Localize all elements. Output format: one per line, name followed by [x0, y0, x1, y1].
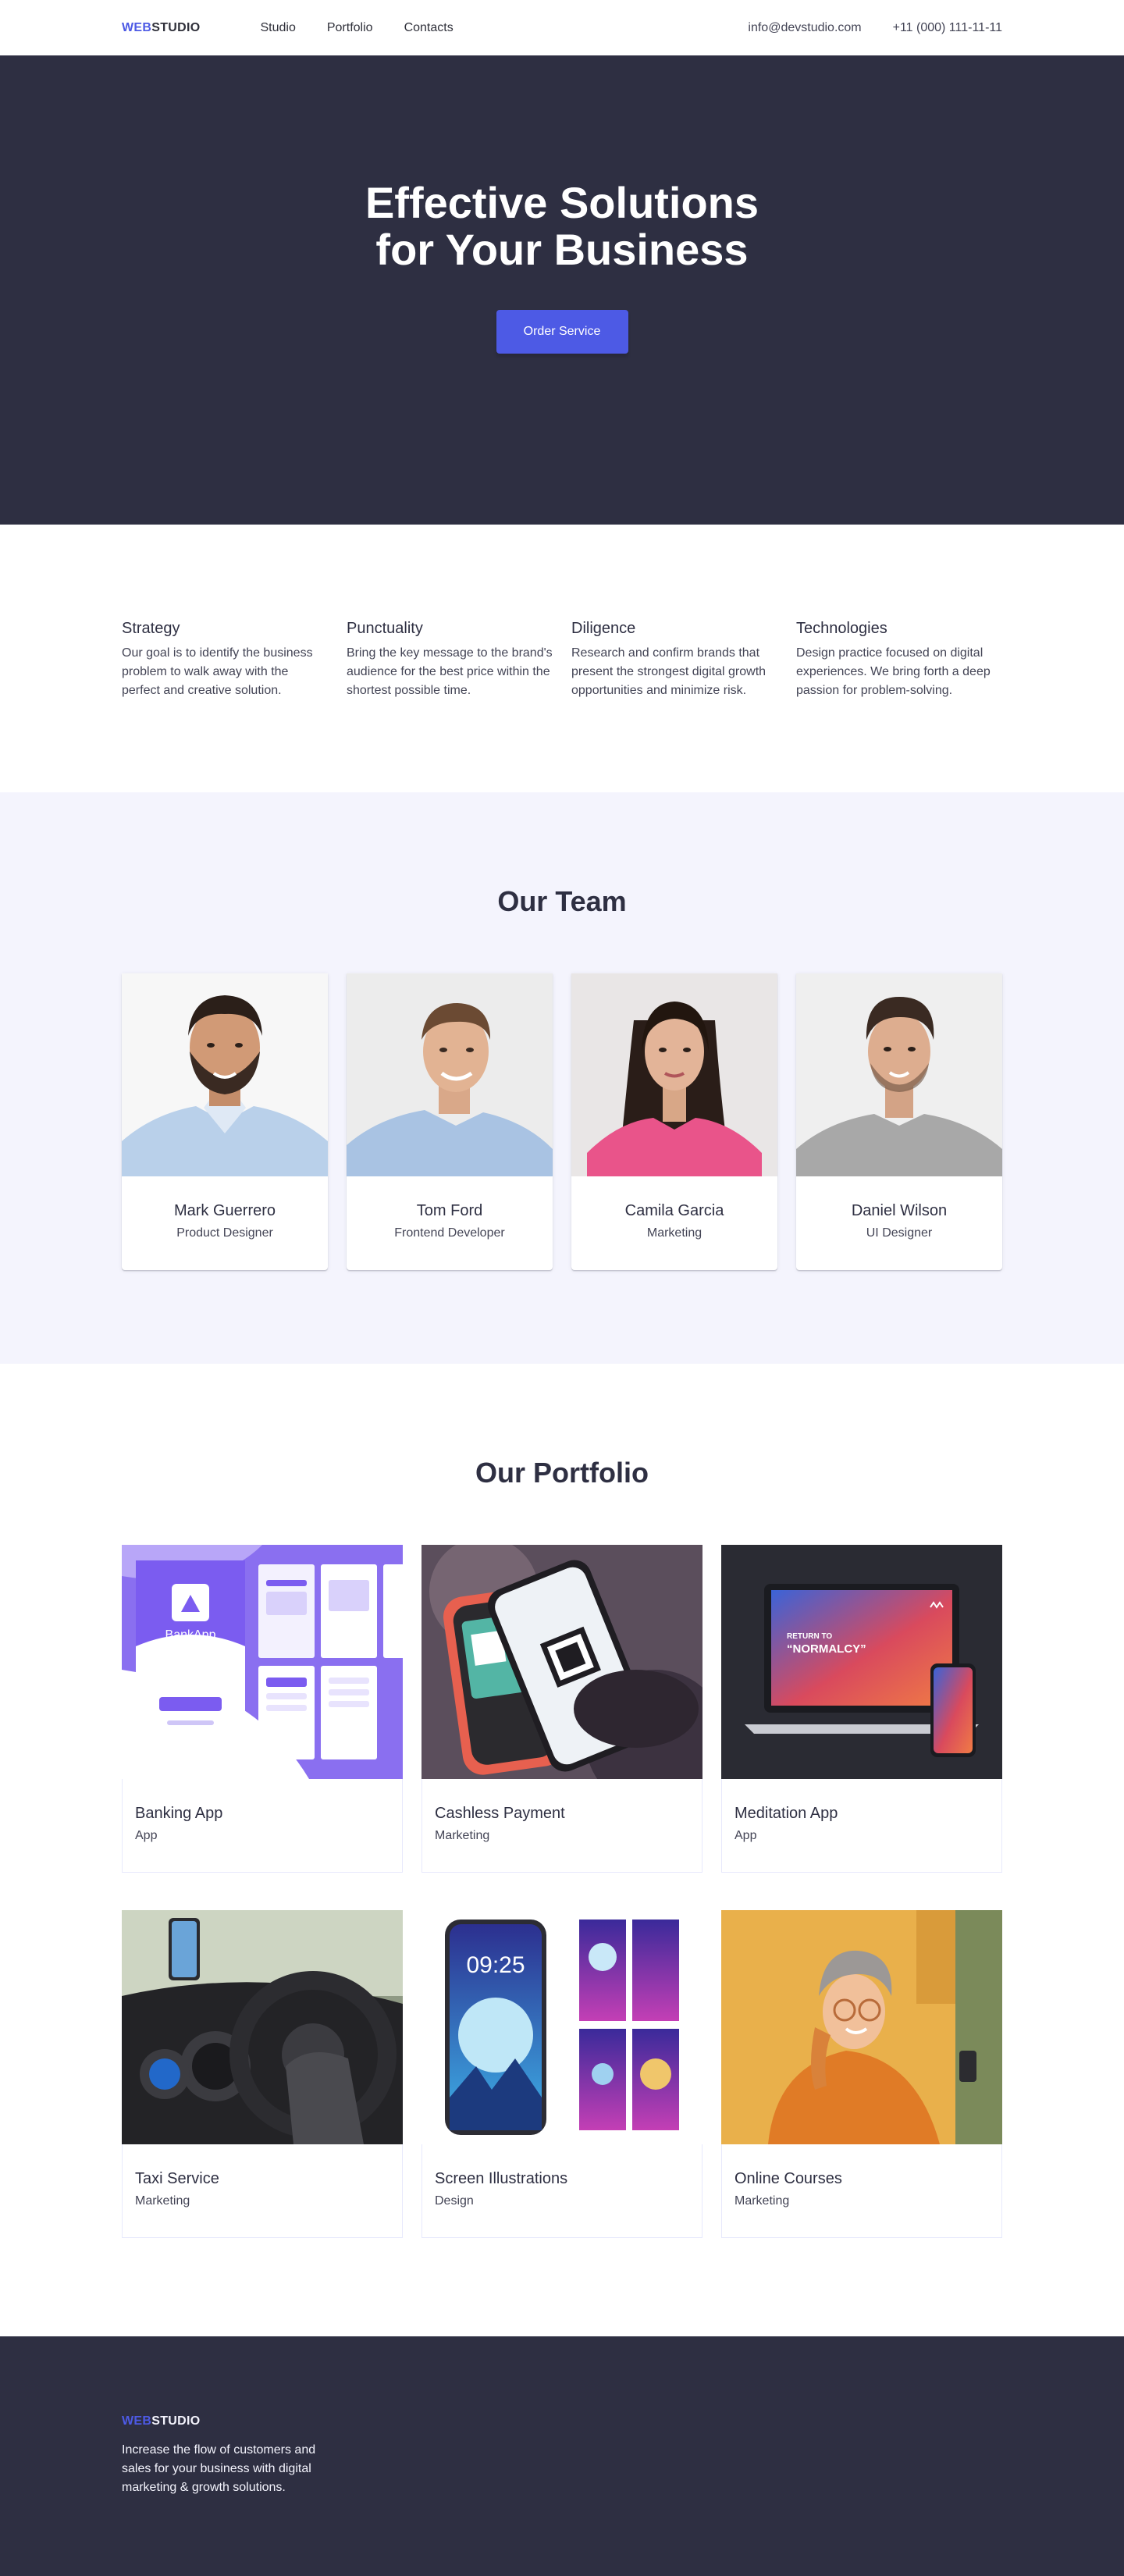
portfolio-card[interactable]: BankApp Banking App App — [122, 1544, 403, 1873]
portfolio-item-title: Meditation App — [735, 1804, 838, 1822]
features-section: Strategy Our goal is to identify the bus… — [0, 525, 1124, 792]
hero-title: Effective Solutions for Your Business — [359, 177, 765, 274]
team-section: Our Team Mark Guerrero Product Designer … — [0, 792, 1124, 1364]
hero-title-line2: for Your Business — [375, 224, 749, 274]
portfolio-item-category: Design — [435, 2194, 474, 2208]
member-name: Daniel Wilson — [851, 1201, 948, 1219]
main-nav: Studio Portfolio Contacts — [260, 21, 453, 35]
team-photo-daniel — [796, 973, 1002, 1176]
feature-title: Punctuality — [347, 620, 423, 637]
bankapp-label: BankApp — [165, 1628, 216, 1642]
logo-link[interactable]: WebStudio — [122, 21, 200, 35]
portfolio-item-category: App — [135, 1828, 158, 1842]
feature-item: Technologies Design practice focused on … — [796, 619, 1002, 700]
meditation-text-1: RETURN TO — [787, 1632, 832, 1641]
feature-text: Our goal is to identify the business pro… — [122, 646, 313, 697]
team-photo-tom — [347, 973, 553, 1176]
hero-title-line1: Effective Solutions — [365, 177, 759, 227]
portfolio-item-category: Marketing — [735, 2194, 790, 2208]
feature-text: Bring the key message to the brand's aud… — [347, 646, 553, 697]
member-role: Frontend Developer — [394, 1226, 505, 1240]
team-photo-camila — [571, 973, 777, 1176]
portfolio-section: Our Portfolio BankApp Banking App App Ca… — [0, 1364, 1124, 2336]
nav-portfolio[interactable]: Portfolio — [327, 21, 373, 35]
portfolio-card[interactable]: 09:25 Screen Illustrations Design — [422, 1909, 702, 2238]
meditation-text-2: “NORMALCY” — [787, 1642, 866, 1656]
feature-item: Punctuality Bring the key message to the… — [347, 619, 553, 700]
order-service-button[interactable]: Order Service — [496, 310, 628, 354]
portfolio-card[interactable]: RETURN TO “NORMALCY” Meditation App App — [721, 1544, 1002, 1873]
footer-logo-accent: Web — [122, 2414, 152, 2428]
feature-title: Strategy — [122, 620, 180, 637]
header-contacts: info@devstudio.com +11 (000) 111-11-11 — [748, 21, 1002, 35]
feature-item: Diligence Research and confirm brands th… — [571, 619, 777, 700]
portfolio-item-category: App — [735, 1828, 757, 1842]
team-list: Mark Guerrero Product Designer Tom Ford … — [122, 973, 1002, 1270]
portfolio-list: BankApp Banking App App Cashless Payment… — [122, 1544, 1002, 2238]
team-photo-mark — [122, 973, 328, 1176]
site-header: WebStudio Studio Portfolio Contacts info… — [0, 0, 1124, 55]
member-name: Camila Garcia — [624, 1201, 724, 1219]
portfolio-image-courses — [721, 1909, 1002, 2144]
portfolio-card[interactable]: Taxi Service Marketing — [122, 1909, 403, 2238]
site-footer: WebStudio Increase the flow of customers… — [0, 2336, 1124, 2576]
portfolio-image-cashless — [422, 1544, 702, 1779]
footer-logo-link[interactable]: WebStudio — [122, 2414, 200, 2428]
nav-contacts[interactable]: Contacts — [404, 21, 454, 35]
feature-title: Diligence — [571, 620, 636, 637]
portfolio-image-banking: BankApp — [122, 1544, 403, 1779]
logo-accent: Web — [122, 20, 152, 34]
logo-rest: Studio — [151, 20, 201, 34]
email-link[interactable]: info@devstudio.com — [748, 21, 861, 35]
portfolio-item-title: Cashless Payment — [435, 1804, 565, 1822]
clock-text: 09:25 — [466, 1952, 525, 1978]
feature-text: Design practice focused on digital exper… — [796, 646, 991, 697]
member-role: Marketing — [646, 1226, 702, 1240]
member-role: UI Designer — [866, 1226, 933, 1240]
hero-section: Effective Solutions for Your Business Ord… — [0, 55, 1124, 525]
portfolio-card[interactable]: Cashless Payment Marketing — [422, 1544, 702, 1873]
portfolio-item-category: Marketing — [135, 2194, 190, 2208]
features-list: Strategy Our goal is to identify the bus… — [122, 619, 1002, 700]
team-card: Mark Guerrero Product Designer — [122, 973, 328, 1270]
portfolio-image-meditation: RETURN TO “NORMALCY” — [721, 1544, 1002, 1779]
member-name: Mark Guerrero — [173, 1201, 276, 1219]
portfolio-item-title: Screen Illustrations — [435, 2169, 568, 2187]
team-title: Our Team — [497, 885, 627, 917]
portfolio-item-title: Online Courses — [735, 2169, 842, 2187]
portfolio-card[interactable]: Online Courses Marketing — [721, 1909, 1002, 2238]
feature-title: Technologies — [796, 620, 887, 637]
portfolio-image-illustrations: 09:25 — [422, 1909, 702, 2144]
team-card: Tom Ford Frontend Developer — [347, 973, 553, 1270]
member-role: Product Designer — [176, 1226, 273, 1240]
footer-text: Increase the flow of customers and sales… — [122, 2443, 316, 2494]
team-card: Camila Garcia Marketing — [571, 973, 777, 1270]
portfolio-item-title: Banking App — [135, 1804, 223, 1822]
portfolio-image-taxi — [122, 1909, 403, 2144]
footer-logo-rest: Studio — [151, 2414, 201, 2428]
portfolio-title: Our Portfolio — [475, 1457, 649, 1489]
phone-link[interactable]: +11 (000) 111-11-11 — [893, 21, 1002, 35]
team-card: Daniel Wilson UI Designer — [796, 973, 1002, 1270]
feature-text: Research and confirm brands that present… — [571, 646, 767, 697]
portfolio-item-category: Marketing — [435, 1828, 490, 1842]
feature-item: Strategy Our goal is to identify the bus… — [122, 619, 328, 700]
portfolio-item-title: Taxi Service — [135, 2169, 219, 2187]
nav-studio[interactable]: Studio — [260, 21, 295, 35]
member-name: Tom Ford — [416, 1201, 483, 1219]
